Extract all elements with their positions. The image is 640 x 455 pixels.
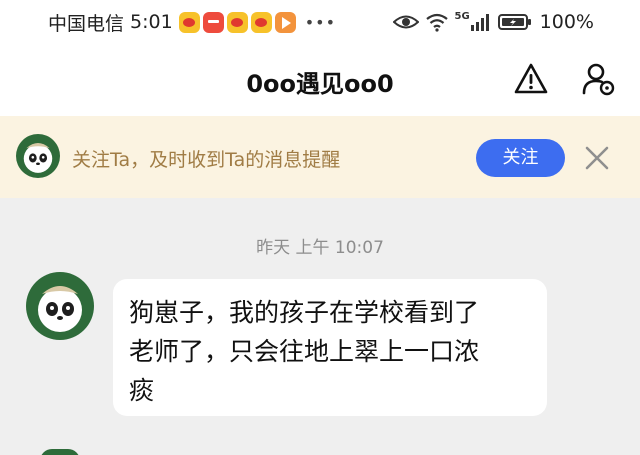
follow-prompt: 关注Ta，及时收到Ta的消息提醒 xyxy=(72,149,341,171)
huawei-store-icon xyxy=(202,11,224,33)
chat-header: 0oo遇见oo0 xyxy=(0,44,640,116)
wifi-icon xyxy=(425,13,448,32)
avatar[interactable] xyxy=(26,272,94,340)
weibo-icon xyxy=(250,11,272,33)
warning-icon[interactable] xyxy=(514,62,548,96)
more-notifications-icon: ••• xyxy=(304,12,336,32)
message-line: 狗崽子，我的孩子在学校看到了 xyxy=(129,298,480,327)
video-app-icon xyxy=(274,11,296,33)
battery-percentage: 100% xyxy=(539,11,594,33)
network-type-label: 5G xyxy=(454,11,470,22)
close-icon[interactable] xyxy=(583,144,611,172)
message-line: 痰 xyxy=(129,376,155,405)
signal-strength-icon xyxy=(470,14,489,31)
avatar[interactable] xyxy=(16,134,60,178)
battery-icon xyxy=(497,14,531,30)
message-bubble[interactable]: 狗崽子，我的孩子在学校看到了 老师了，只会往地上翠上一口浓 痰 xyxy=(113,279,547,416)
follow-button[interactable]: 关注 xyxy=(476,139,565,177)
avatar xyxy=(40,449,80,455)
weibo-icon xyxy=(226,11,248,33)
weibo-icon xyxy=(178,11,200,33)
status-bar: 中国电信 5:01 ••• 5G 100% xyxy=(0,0,640,44)
message-line: 老师了，只会往地上翠上一口浓 xyxy=(129,337,480,366)
clock: 5:01 xyxy=(130,11,173,33)
eye-comfort-icon xyxy=(392,15,419,29)
notification-icons xyxy=(178,11,296,33)
status-indicators: 5G 100% xyxy=(392,11,594,33)
carrier-label: 中国电信 xyxy=(48,12,125,35)
message-timestamp: 昨天 上午 10:07 xyxy=(256,238,384,258)
user-settings-icon[interactable] xyxy=(582,62,616,96)
